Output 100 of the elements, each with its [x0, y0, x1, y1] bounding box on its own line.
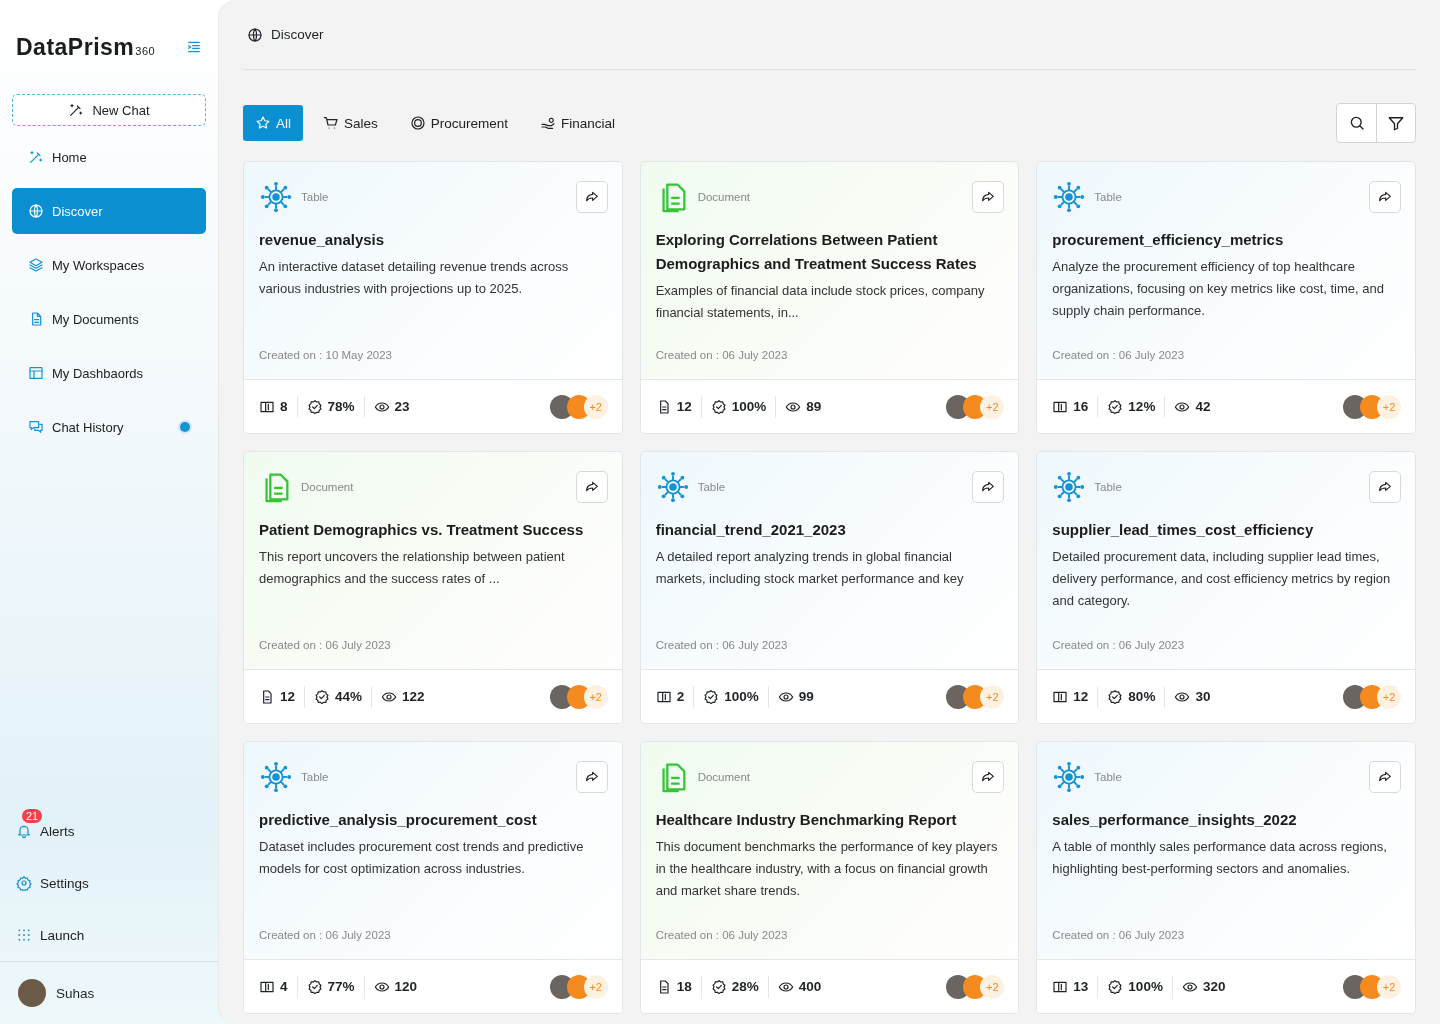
- filter-tab[interactable]: Procurement: [397, 105, 521, 141]
- share-button[interactable]: [575, 181, 608, 213]
- share-button[interactable]: [1369, 761, 1401, 793]
- more-members-count: +2: [583, 684, 608, 709]
- layers-icon: [28, 257, 44, 273]
- verified-icon: [1107, 978, 1124, 995]
- card-type: Table: [301, 191, 330, 203]
- item-count: 12: [1073, 689, 1089, 704]
- verified-icon: [306, 398, 323, 415]
- share-button[interactable]: [1369, 181, 1401, 213]
- nav-item[interactable]: My Documents: [12, 296, 206, 342]
- card-type: Document: [697, 191, 752, 203]
- nav-item[interactable]: Chat History: [12, 404, 206, 450]
- more-members-count: +2: [583, 974, 608, 999]
- more-members-count: +2: [1377, 974, 1401, 999]
- share-button[interactable]: [575, 761, 608, 793]
- globe-icon: [28, 203, 44, 219]
- card-title: Exploring Correlations Between Patient Demographics and Treatment Success Rates: [655, 230, 978, 274]
- card-description: Analyze the procurement efficiency of top healthcare organizations, focusing on key metrics like cost, time, and supply chain performance.: [1052, 258, 1385, 320]
- nav-item[interactable]: My Dashbaords: [12, 350, 206, 396]
- logo: DataPrism 360: [16, 33, 156, 61]
- dataset-card[interactable]: [1036, 161, 1416, 434]
- item-count: 2: [676, 689, 685, 704]
- card-type: Document: [301, 481, 355, 493]
- view-count: 42: [1195, 399, 1211, 414]
- network-icon: [655, 470, 690, 504]
- layout-icon: [28, 365, 44, 381]
- user-name: Suhas: [56, 985, 95, 1001]
- card-description: A detailed report analyzing trends in global financial markets, including stock market performance and key: [655, 548, 965, 588]
- menu-button[interactable]: [186, 39, 202, 55]
- cart-icon: [323, 115, 339, 131]
- alert-count: 21: [22, 809, 43, 823]
- star-icon: [255, 115, 271, 131]
- menu-icon: [186, 39, 202, 55]
- verified-icon: [306, 978, 323, 995]
- more-members-count: +2: [1377, 394, 1401, 419]
- dataset-card[interactable]: [1036, 451, 1416, 724]
- card-description: This report uncovers the relationship between patient demographics and the success rates of ...: [259, 548, 566, 588]
- card-title: supplier_lead_times_cost_efficiency: [1052, 520, 1315, 540]
- created-date: Created on : 06 July 2023: [655, 929, 789, 941]
- created-date: Created on : 06 July 2023: [259, 639, 392, 651]
- created-date: Created on : 06 July 2023: [259, 929, 392, 941]
- nav-item[interactable]: Settings: [12, 857, 206, 909]
- quality-score: 12%: [1128, 399, 1156, 414]
- new-chat-button[interactable]: New Chat: [12, 94, 206, 126]
- card-description: Examples of financial data include stock prices, company financial statements, in...: [655, 282, 986, 322]
- view-count: 120: [394, 979, 418, 994]
- dataset-card[interactable]: Document Patient Demographics vs. Treatment Success This report uncovers the relationship between patient demographics and the success rates of ... Created on : 06 July 2023 12 44% 122 +2: [243, 451, 623, 724]
- card-type: Document: [697, 771, 752, 783]
- card-type: Table: [1094, 771, 1123, 783]
- card-title: sales_performance_insights_2022: [1052, 810, 1298, 830]
- quality-score: 28%: [731, 979, 759, 994]
- item-count: 16: [1073, 399, 1089, 414]
- share-button[interactable]: [972, 181, 1005, 213]
- verified-icon: [703, 688, 720, 705]
- verified-icon: [1107, 398, 1124, 415]
- filter-tab[interactable]: All: [243, 105, 303, 141]
- network-icon: [1052, 180, 1087, 214]
- dataset-card[interactable]: [639, 741, 1020, 1014]
- share-button[interactable]: [972, 761, 1005, 793]
- more-members-count: +2: [980, 394, 1005, 419]
- card-description: Detailed procurement data, including supplier lead times, delivery performance, and cost efficiency metrics by region and category.: [1052, 548, 1392, 610]
- network-icon: [1052, 470, 1087, 504]
- dataset-card[interactable]: Table financial_trend_2021_2023 A detailed report analyzing trends in global financial markets, including stock market performance and key Created on : 06 July 2023 2 100% 99 +2: [639, 451, 1020, 724]
- nav-item[interactable]: My Workspaces: [12, 242, 206, 288]
- view-count: 99: [798, 689, 814, 704]
- card-title: financial_trend_2021_2023: [655, 520, 847, 540]
- nav-item[interactable]: Launch: [12, 909, 206, 961]
- card-description: This document benchmarks the performance of key players in the healthcare industry, with a focus on financial growth and market share trends.: [655, 838, 999, 900]
- nav-item[interactable]: Discover: [12, 188, 206, 234]
- created-date: Created on : 10 May 2023: [259, 349, 393, 361]
- card-type: Table: [301, 771, 330, 783]
- card-type: Table: [697, 481, 727, 493]
- item-count: 12: [676, 399, 692, 414]
- dataset-card[interactable]: [639, 161, 1020, 434]
- nav-item[interactable]: 21 Alerts: [12, 805, 206, 857]
- more-members-count: +2: [980, 974, 1005, 999]
- card-title: predictive_analysis_procurement_cost: [259, 810, 538, 830]
- wand-icon: [28, 149, 44, 165]
- wand-icon: [68, 102, 85, 118]
- card-title: Patient Demographics vs. Treatment Success: [259, 520, 585, 540]
- dataset-card[interactable]: Table sales_performance_insights_2022 A table of monthly sales performance data across regions, highlighting best-performing sectors and anomalies. Created on : 06 July 2023 13 100% 320 +2: [1036, 741, 1416, 1014]
- bell-icon: [16, 823, 32, 839]
- share-button[interactable]: [575, 471, 608, 503]
- avatar: [18, 979, 46, 1007]
- more-members-count: +2: [980, 684, 1005, 709]
- share-button[interactable]: [972, 471, 1005, 503]
- dataset-card[interactable]: Table revenue_analysis An interactive dataset detailing revenue trends across various industries with projections up to 2025. Created on : 10 May 2023 8 78% 23 +2: [243, 161, 623, 434]
- network-icon: [1052, 760, 1087, 794]
- share-button[interactable]: [1369, 471, 1401, 503]
- nav-item[interactable]: Home: [12, 134, 206, 180]
- network-icon: [259, 760, 293, 794]
- chat-icon: [28, 419, 44, 435]
- quality-score: 44%: [335, 689, 363, 704]
- created-date: Created on : 06 July 2023: [1052, 639, 1186, 651]
- filter-tab[interactable]: Sales: [311, 105, 390, 141]
- dataset-card[interactable]: Table predictive_analysis_procurement_cost Dataset includes procurement cost trends and predictive models for cost optimization across industries. Created on : 06 July 2023 4 77% 120 +2: [243, 741, 623, 1014]
- view-count: 30: [1195, 689, 1211, 704]
- filter-tab[interactable]: Financial: [528, 105, 628, 141]
- created-date: Created on : 06 July 2023: [1052, 929, 1186, 941]
